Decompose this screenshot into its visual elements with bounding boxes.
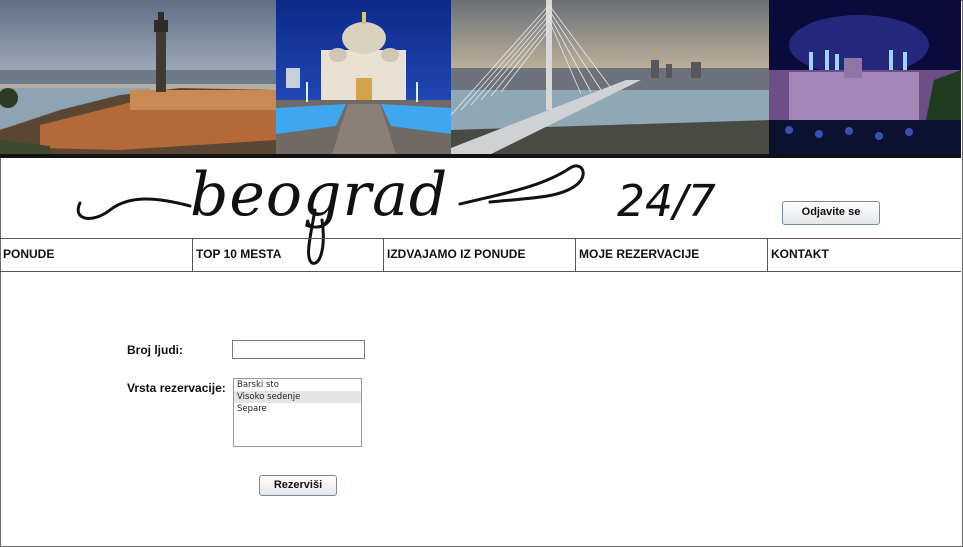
nav-item-kontakt[interactable]: KONTAKT	[768, 239, 961, 271]
nav-item-izdvajamo[interactable]: IZDVAJAMO IZ PONUDE	[384, 239, 576, 271]
people-input[interactable]	[232, 340, 365, 359]
option-barski-sto[interactable]: Barski sto	[234, 379, 361, 391]
main-nav: PONUDE TOP 10 MESTA IZDVAJAMO IZ PONUDE …	[0, 238, 961, 272]
nav-item-rezervacije[interactable]: MOJE REZERVACIJE	[576, 239, 768, 271]
people-label: Broj ljudi:	[127, 343, 183, 357]
reservation-type-label: Vrsta rezervacije:	[127, 381, 226, 395]
logo-area: beograd 24/7 Odjavite se	[0, 158, 961, 265]
nav-item-top10[interactable]: TOP 10 MESTA	[193, 239, 384, 271]
option-separe[interactable]: Separe	[234, 403, 361, 415]
logout-button[interactable]: Odjavite se	[782, 201, 880, 225]
fortress-photo	[0, 0, 276, 154]
bridge-photo	[451, 0, 769, 154]
nav-item-ponude[interactable]: PONUDE	[0, 239, 193, 271]
photo-banner	[0, 0, 961, 154]
fireworks-photo	[769, 0, 961, 154]
reservation-type-listbox[interactable]: Barski sto Visoko sedenje Separe	[233, 378, 362, 447]
logo-number: 24/7	[617, 176, 716, 227]
logo-script: beograd	[190, 160, 449, 230]
reserve-button[interactable]: Rezerviši	[259, 475, 337, 496]
option-visoko-sedenje[interactable]: Visoko sedenje	[234, 391, 361, 403]
cathedral-photo	[276, 0, 451, 154]
